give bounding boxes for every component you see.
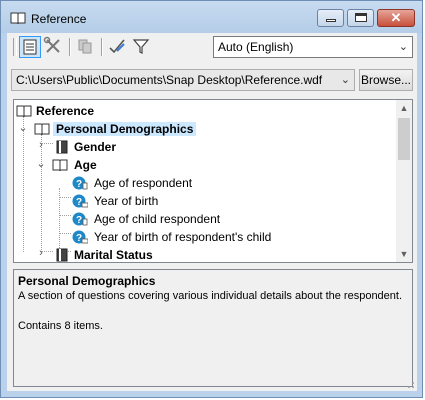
close-icon: ✕: [390, 10, 402, 25]
language-select-value: Auto (English): [218, 40, 294, 54]
question-icon: ?: [72, 176, 88, 190]
description-title: Personal Demographics: [18, 274, 156, 288]
scrollbar-thumb[interactable]: [398, 118, 410, 160]
toolbar: Auto (English) ⌄: [7, 33, 417, 61]
client-area: Auto (English) ⌄ C:\Users\Public\Documen…: [7, 33, 417, 391]
toolbar-separator: [69, 38, 71, 56]
book-icon: [16, 105, 32, 118]
resize-grip-icon[interactable]: [405, 379, 415, 389]
tree-item-label: Age of respondent: [94, 176, 193, 190]
toolbar-grip[interactable]: [13, 38, 17, 56]
svg-text:?: ?: [76, 179, 82, 190]
tree-item-personal-demographics[interactable]: ⌄ Personal Demographics: [14, 120, 398, 138]
tree-item-label: Reference: [36, 104, 95, 118]
copy-icon: [78, 39, 92, 54]
section-book-icon: [56, 248, 68, 262]
chevron-right-icon[interactable]: ›: [36, 247, 46, 259]
tree-item-year-of-birth-of-child[interactable]: ? Year of birth of respondent's child: [14, 228, 398, 246]
tree-item-reference[interactable]: Reference: [14, 102, 398, 120]
svg-text:?: ?: [76, 215, 82, 226]
svg-text:?: ?: [76, 197, 82, 208]
view-details-tool[interactable]: [19, 36, 41, 58]
tree-scrollbar[interactable]: ▲ ▼: [396, 100, 412, 262]
svg-text:?: ?: [76, 233, 82, 244]
toolbar-separator: [101, 38, 103, 56]
reference-tree[interactable]: Reference ⌄ Personal Demographics › Gend…: [13, 99, 413, 263]
tree-item-label: Year of birth: [94, 194, 159, 208]
window-title: Reference: [31, 12, 87, 26]
reference-window: Reference ✕ Auto (English) ⌄ C:\Users\Pu…: [0, 0, 423, 398]
language-select[interactable]: Auto (English) ⌄: [213, 36, 413, 58]
tree-item-gender[interactable]: › Gender: [14, 138, 398, 156]
chevron-down-icon: ⌄: [340, 74, 350, 86]
tree-item-label: Gender: [74, 140, 117, 154]
tree-item-label: Age: [74, 158, 97, 172]
close-button[interactable]: ✕: [377, 9, 415, 27]
maximize-icon: [355, 13, 367, 22]
filter-icon: [132, 39, 150, 54]
filter-tool[interactable]: [131, 36, 153, 58]
open-book-icon: [34, 123, 50, 136]
minimize-button[interactable]: [317, 9, 344, 27]
file-path-select[interactable]: C:\Users\Public\Documents\Snap Desktop\R…: [11, 69, 355, 91]
minimize-icon: [326, 19, 336, 22]
tree-item-label: Marital Status: [74, 248, 153, 262]
wrench-screwdriver-icon: [43, 36, 60, 53]
copy-tool[interactable]: [75, 36, 97, 58]
file-path-value: C:\Users\Public\Documents\Snap Desktop\R…: [16, 73, 323, 87]
tree-item-year-of-birth[interactable]: ? Year of birth: [14, 192, 398, 210]
scroll-down-icon[interactable]: ▼: [396, 246, 412, 262]
tree-item-age-of-respondent[interactable]: ? Age of respondent: [14, 174, 398, 192]
chevron-down-icon: ⌄: [398, 41, 408, 53]
tree-item-age-of-child-respondent[interactable]: ? Age of child respondent: [14, 210, 398, 228]
tree-item-label: Year of birth of respondent's child: [94, 230, 272, 244]
maximize-button[interactable]: [347, 9, 374, 27]
question-icon: ?: [72, 230, 88, 244]
tools-tool[interactable]: [43, 36, 65, 58]
tree-item-age[interactable]: ⌄ Age: [14, 156, 398, 174]
description-pane: Personal Demographics A section of quest…: [13, 269, 413, 387]
chevron-down-icon[interactable]: ⌄: [18, 121, 28, 134]
check-tool[interactable]: [107, 36, 129, 58]
question-icon: ?: [72, 212, 88, 226]
description-body: A section of questions covering various …: [18, 290, 403, 302]
scroll-up-icon[interactable]: ▲: [396, 100, 412, 116]
tree-item-label: Personal Demographics: [53, 122, 197, 136]
document-icon: [23, 39, 37, 55]
description-item-count: Contains 8 items.: [18, 320, 103, 332]
section-book-icon: [56, 140, 68, 154]
title-bar[interactable]: Reference ✕: [1, 1, 422, 33]
tree-item-marital-status[interactable]: › Marital Status: [14, 246, 398, 262]
chevron-down-icon[interactable]: ⌄: [36, 157, 46, 170]
browse-button[interactable]: Browse...: [359, 69, 413, 91]
question-icon: ?: [72, 194, 88, 208]
tree-item-label: Age of child respondent: [94, 212, 221, 226]
book-icon: [10, 12, 26, 25]
open-book-icon: [52, 159, 68, 172]
chevron-right-icon[interactable]: ›: [36, 139, 46, 151]
checkmark-pen-icon: [109, 39, 125, 54]
